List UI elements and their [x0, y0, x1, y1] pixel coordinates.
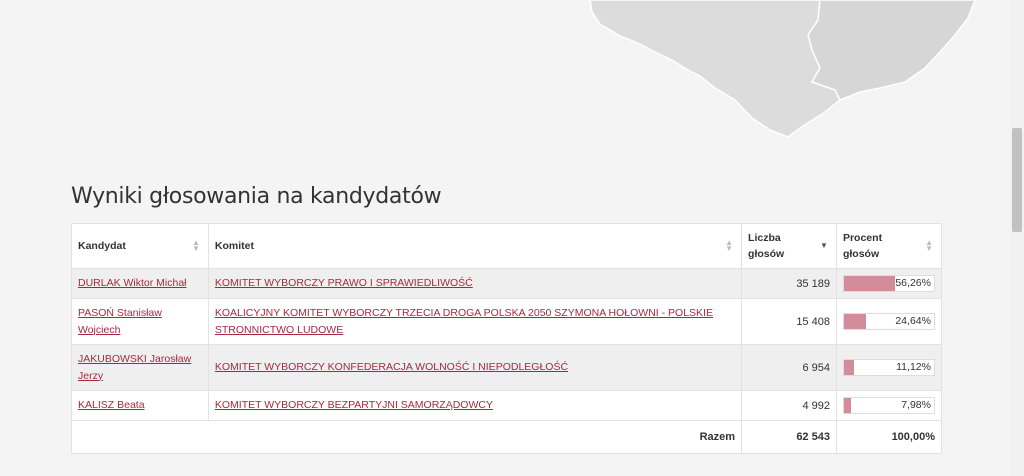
- candidate-link[interactable]: KALISZ Beata: [78, 399, 145, 411]
- region-map[interactable]: [0, 0, 1010, 170]
- header-percent[interactable]: Procent głosów ▲ ▼: [835, 223, 943, 269]
- percent-bar: 7,98%: [842, 397, 935, 414]
- percent-value: 7,98%: [901, 399, 931, 411]
- committee-link[interactable]: KOMITET WYBORCZY PRAWO I SPRAWIEDLIWOŚĆ: [215, 277, 473, 289]
- header-votes[interactable]: Liczba głosów ▼: [741, 223, 837, 269]
- votes-cell: 35 189: [741, 268, 837, 299]
- percent-cell: 24,64%: [835, 298, 943, 345]
- map-region-left[interactable]: [589, 0, 841, 138]
- header-votes-label: Liczba głosów: [748, 232, 785, 260]
- section-title: Wyniki głosowania na kandydatów: [71, 184, 442, 209]
- percent-cell: 56,26%: [835, 268, 943, 299]
- committee-link[interactable]: KOALICYJNY KOMITET WYBORCZY TRZECIA DROG…: [215, 307, 713, 336]
- sort-icon: ▲ ▼: [925, 238, 933, 253]
- total-label: Razem: [70, 420, 743, 454]
- total-votes: 62 543: [741, 420, 837, 454]
- header-committee[interactable]: Komitet ▲ ▼: [207, 223, 743, 269]
- map-svg: [589, 0, 976, 138]
- header-percent-label: Procent głosów: [842, 232, 883, 260]
- table-footer-row: Razem 62 543 100,00%: [70, 420, 943, 454]
- votes-cell: 15 408: [741, 298, 837, 345]
- votes-cell: 6 954: [741, 344, 837, 391]
- percent-cell: 11,12%: [835, 344, 943, 391]
- percent-bar-fill: [843, 398, 852, 413]
- percent-bar-fill: [843, 314, 867, 329]
- table-row: PASOŃ Stanisław Wojciech KOALICYJNY KOMI…: [71, 298, 943, 345]
- committee-link[interactable]: KOMITET WYBORCZY KONFEDERACJA WOLNOŚĆ I …: [215, 361, 568, 373]
- page-scrollbar[interactable]: [1010, 0, 1024, 476]
- table-row: JAKUBOWSKI Jarosław Jerzy KOMITET WYBORC…: [71, 344, 943, 391]
- total-percent: 100,00%: [835, 420, 943, 454]
- map-region-right[interactable]: [807, 0, 976, 101]
- percent-cell: 7,98%: [835, 390, 943, 421]
- results-table: Kandydat ▲ ▼ Komitet ▲ ▼ Liczba głosów ▼ P…: [70, 223, 943, 454]
- percent-bar-fill: [843, 276, 895, 291]
- table-row: DURLAK Wiktor Michał KOMITET WYBORCZY PR…: [71, 268, 943, 299]
- percent-bar-fill: [843, 360, 854, 375]
- sort-icon: ▲ ▼: [191, 238, 200, 253]
- header-committee-label: Komitet: [214, 240, 254, 252]
- percent-bar: 11,12%: [842, 359, 935, 376]
- votes-cell: 4 992: [741, 390, 837, 421]
- sort-desc-icon: ▼: [820, 241, 828, 250]
- header-candidate-label: Kandydat: [78, 240, 126, 252]
- candidate-link[interactable]: DURLAK Wiktor Michał: [78, 277, 187, 289]
- sort-icon: ▲ ▼: [725, 238, 734, 253]
- percent-bar: 24,64%: [842, 313, 935, 330]
- committee-link[interactable]: KOMITET WYBORCZY BEZPARTYJNI SAMORZĄDOWC…: [215, 399, 493, 411]
- scrollbar-thumb[interactable]: [1012, 128, 1022, 232]
- header-candidate[interactable]: Kandydat ▲ ▼: [71, 223, 209, 269]
- percent-value: 56,26%: [895, 277, 931, 289]
- percent-value: 11,12%: [896, 361, 931, 373]
- percent-bar: 56,26%: [842, 275, 935, 292]
- table-row: KALISZ Beata KOMITET WYBORCZY BEZPARTYJN…: [71, 390, 943, 421]
- candidate-link[interactable]: JAKUBOWSKI Jarosław Jerzy: [78, 353, 191, 382]
- candidate-link[interactable]: PASOŃ Stanisław Wojciech: [78, 307, 162, 336]
- percent-value: 24,64%: [895, 315, 931, 327]
